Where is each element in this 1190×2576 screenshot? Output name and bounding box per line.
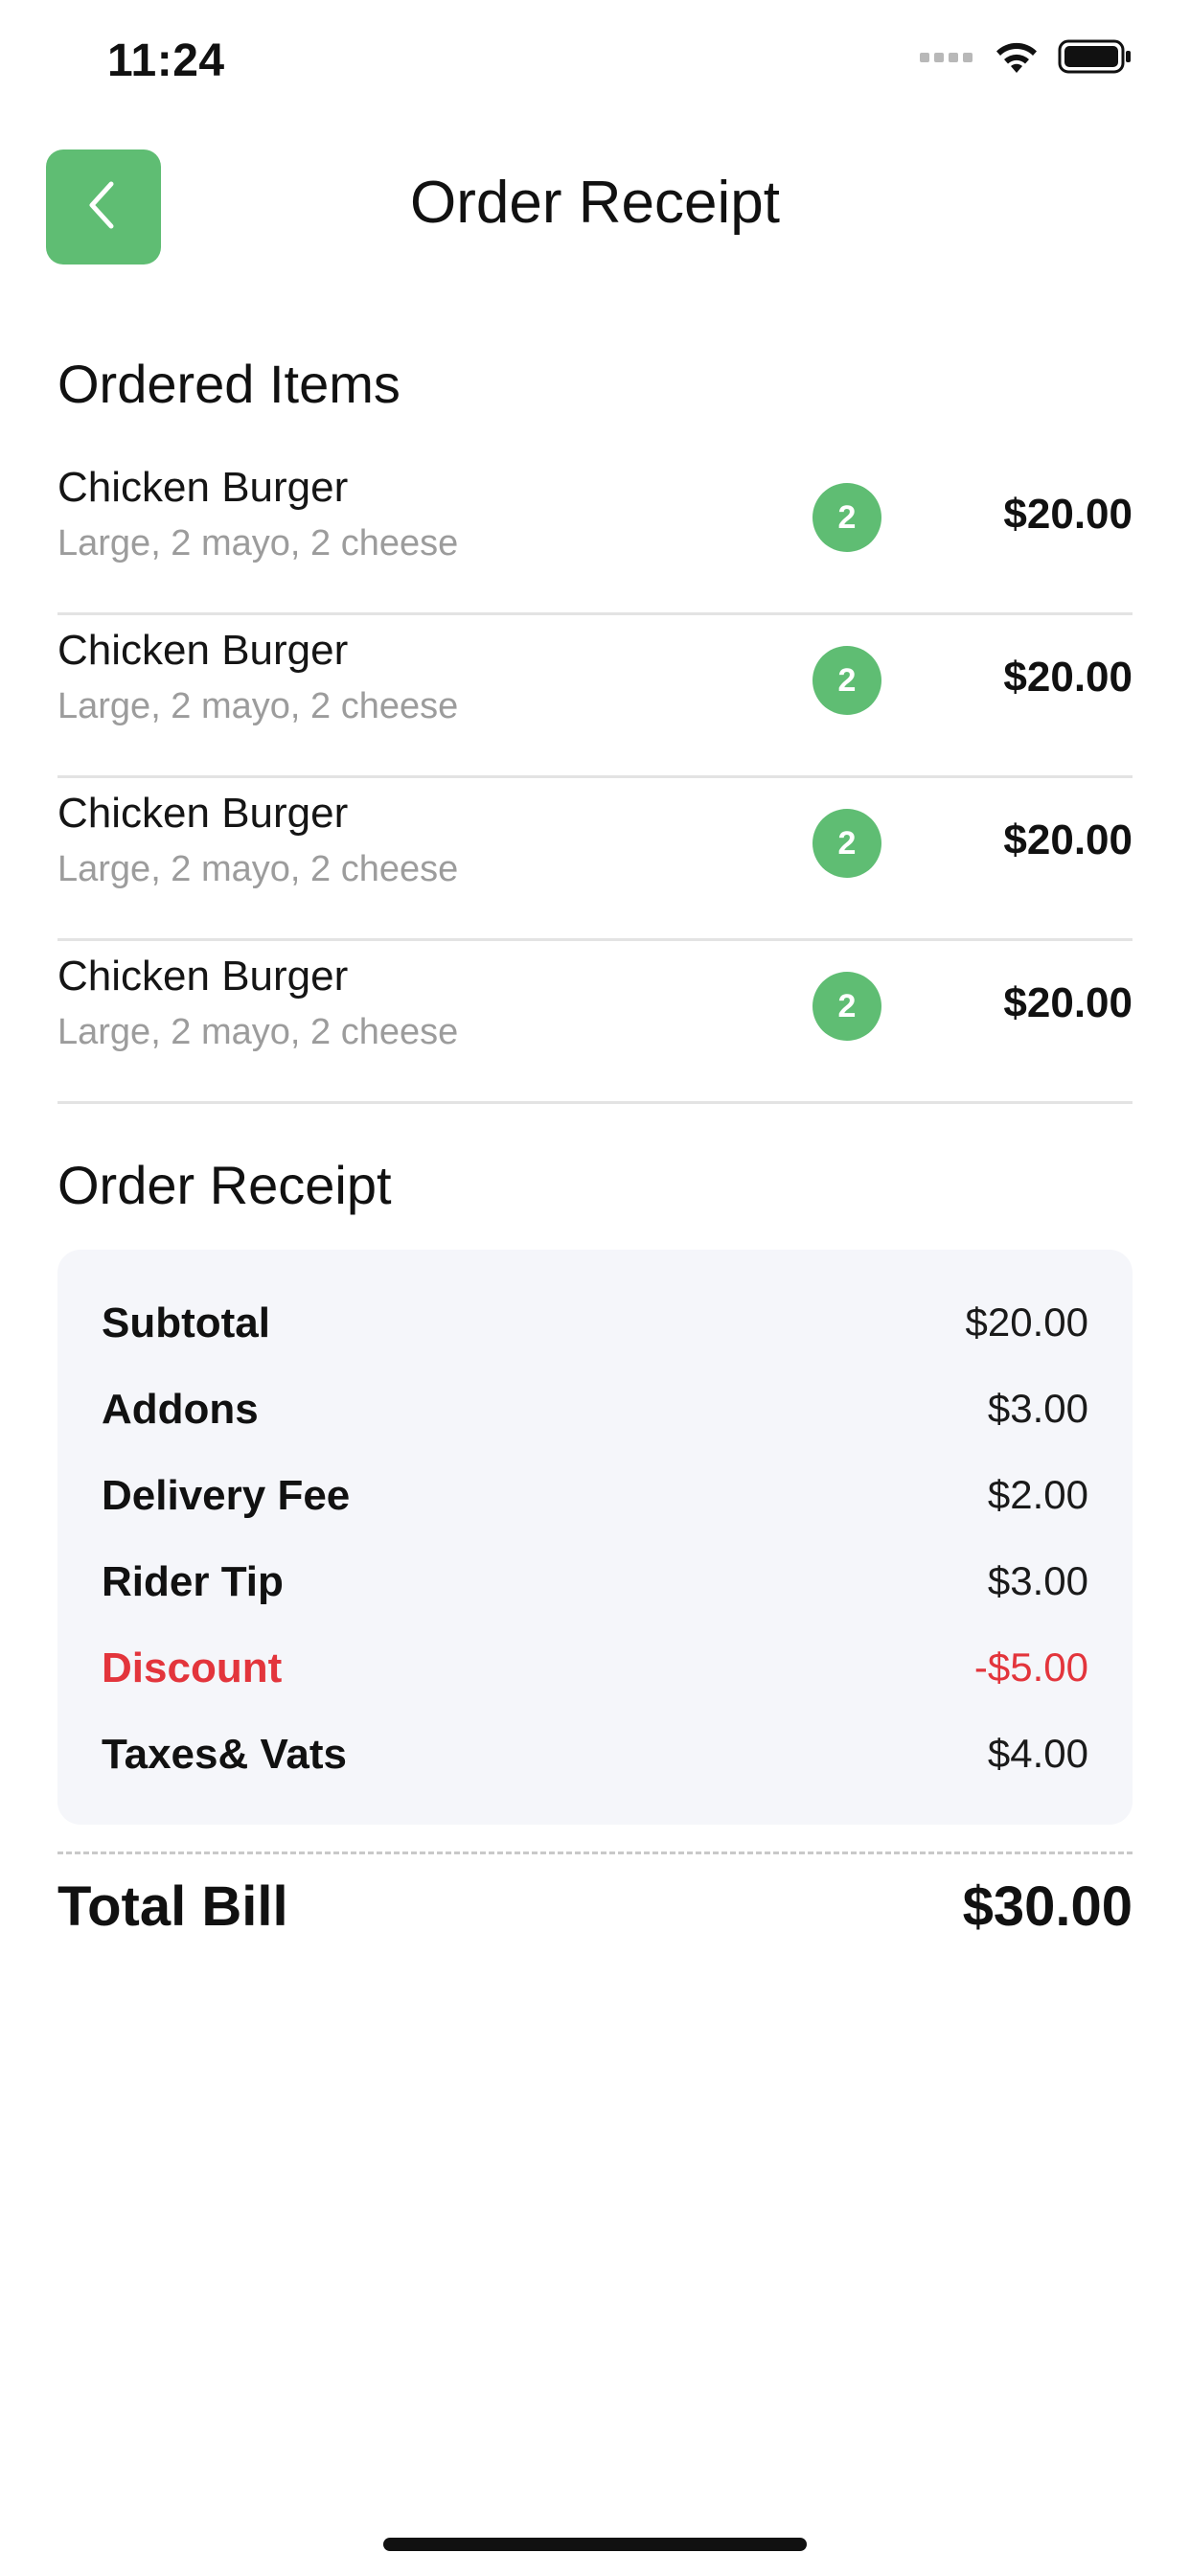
receipt-row-discount: Discount -$5.00 [102, 1641, 1088, 1727]
receipt-row-rider-tip: Rider Tip $3.00 [102, 1554, 1088, 1641]
receipt-value: $3.00 [987, 1558, 1088, 1603]
item-description: Large, 2 mayo, 2 cheese [57, 686, 459, 726]
dashed-divider [57, 1852, 1133, 1854]
wifi-icon [993, 38, 1041, 80]
total-bill-value: $30.00 [962, 1875, 1133, 1938]
receipt-value: $4.00 [987, 1731, 1088, 1776]
receipt-card: Subtotal $20.00 Addons $3.00 Delivery Fe… [57, 1250, 1133, 1825]
home-indicator[interactable] [383, 2538, 807, 2551]
item-name: Chicken Burger [57, 464, 349, 511]
list-item[interactable]: Chicken Burger Large, 2 mayo, 2 cheese 2… [57, 615, 1133, 778]
quantity-badge: 2 [812, 809, 881, 878]
ordered-items-title: Ordered Items [57, 354, 400, 414]
receipt-value: $3.00 [987, 1386, 1088, 1431]
receipt-label: Subtotal [102, 1300, 270, 1346]
page-title: Order Receipt [410, 170, 780, 236]
list-item[interactable]: Chicken Burger Large, 2 mayo, 2 cheese 2… [57, 452, 1133, 615]
item-name: Chicken Burger [57, 627, 349, 674]
receipt-value: $2.00 [987, 1472, 1088, 1517]
list-item[interactable]: Chicken Burger Large, 2 mayo, 2 cheese 2… [57, 778, 1133, 941]
ordered-items-list: Chicken Burger Large, 2 mayo, 2 cheese 2… [57, 452, 1133, 1104]
status-icons [920, 38, 1133, 80]
receipt-label: Discount [102, 1644, 283, 1691]
item-name: Chicken Burger [57, 790, 349, 837]
quantity-badge: 2 [812, 646, 881, 715]
receipt-value: $20.00 [965, 1300, 1088, 1345]
quantity-badge: 2 [812, 483, 881, 552]
status-time: 11:24 [107, 35, 225, 86]
list-item[interactable]: Chicken Burger Large, 2 mayo, 2 cheese 2… [57, 941, 1133, 1104]
receipt-label: Rider Tip [102, 1558, 284, 1605]
receipt-row-taxes: Taxes& Vats $4.00 [102, 1727, 1088, 1813]
total-bill-label: Total Bill [57, 1875, 288, 1938]
receipt-row-subtotal: Subtotal $20.00 [102, 1296, 1088, 1382]
item-name: Chicken Burger [57, 953, 349, 1000]
item-description: Large, 2 mayo, 2 cheese [57, 849, 459, 889]
receipt-label: Delivery Fee [102, 1472, 351, 1519]
item-price: $20.00 [1003, 491, 1133, 538]
item-price: $20.00 [1003, 979, 1133, 1026]
quantity-badge: 2 [812, 972, 881, 1041]
receipt-value: -$5.00 [973, 1644, 1088, 1690]
item-price: $20.00 [1003, 816, 1133, 863]
battery-icon [1058, 38, 1133, 80]
item-price: $20.00 [1003, 654, 1133, 701]
order-receipt-title: Order Receipt [57, 1155, 392, 1215]
item-description: Large, 2 mayo, 2 cheese [57, 1012, 459, 1052]
receipt-row-delivery-fee: Delivery Fee $2.00 [102, 1468, 1088, 1554]
receipt-label: Addons [102, 1386, 259, 1433]
receipt-label: Taxes& Vats [102, 1731, 348, 1778]
receipt-row-addons: Addons $3.00 [102, 1382, 1088, 1468]
item-description: Large, 2 mayo, 2 cheese [57, 523, 459, 564]
signal-dots-icon [920, 50, 975, 68]
